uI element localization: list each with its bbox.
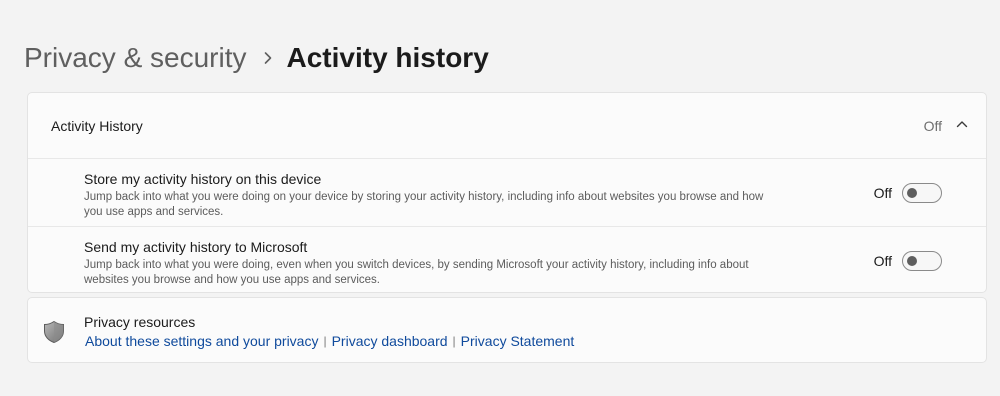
about-settings-privacy-link[interactable]: About these settings and your privacy — [85, 333, 318, 349]
activity-history-expander-header[interactable]: Activity History Off — [28, 93, 986, 159]
link-separator: | — [452, 334, 456, 348]
store-activity-toggle[interactable] — [902, 183, 942, 203]
setting-row-store-on-device: Store my activity history on this device… — [28, 158, 986, 226]
privacy-statement-link[interactable]: Privacy Statement — [461, 333, 575, 349]
breadcrumb-parent-link[interactable]: Privacy & security — [24, 42, 247, 74]
toggle-state-label: Off — [873, 185, 892, 201]
privacy-resources-title: Privacy resources — [84, 314, 196, 330]
chevron-up-icon[interactable] — [956, 120, 968, 128]
setting-description: Jump back into what you were doing on yo… — [84, 191, 764, 218]
chevron-right-icon — [263, 51, 273, 65]
page-title: Activity history — [286, 42, 489, 73]
privacy-resources-card: Privacy resources About these settings a… — [27, 297, 987, 363]
setting-description: Jump back into what you were doing, even… — [84, 259, 749, 286]
expander-state: Off — [923, 118, 942, 134]
send-activity-toggle[interactable] — [902, 251, 942, 271]
setting-title: Store my activity history on this device — [84, 171, 322, 187]
settings-page: Privacy & security Activity history Acti… — [0, 0, 1000, 396]
toggle-knob — [907, 188, 917, 198]
link-separator: | — [323, 334, 327, 348]
expander-title: Activity History — [51, 118, 143, 134]
toggle-knob — [907, 256, 917, 266]
privacy-dashboard-link[interactable]: Privacy dashboard — [332, 333, 448, 349]
activity-history-expander: Activity History Off Store my activity h… — [27, 92, 987, 293]
breadcrumb: Privacy & security Activity history — [24, 38, 489, 78]
toggle-state-label: Off — [873, 253, 892, 269]
setting-row-send-to-microsoft: Send my activity history to Microsoft Ju… — [28, 226, 986, 293]
setting-title: Send my activity history to Microsoft — [84, 239, 308, 255]
privacy-links: About these settings and your privacy | … — [85, 333, 574, 349]
shield-icon — [43, 320, 65, 344]
